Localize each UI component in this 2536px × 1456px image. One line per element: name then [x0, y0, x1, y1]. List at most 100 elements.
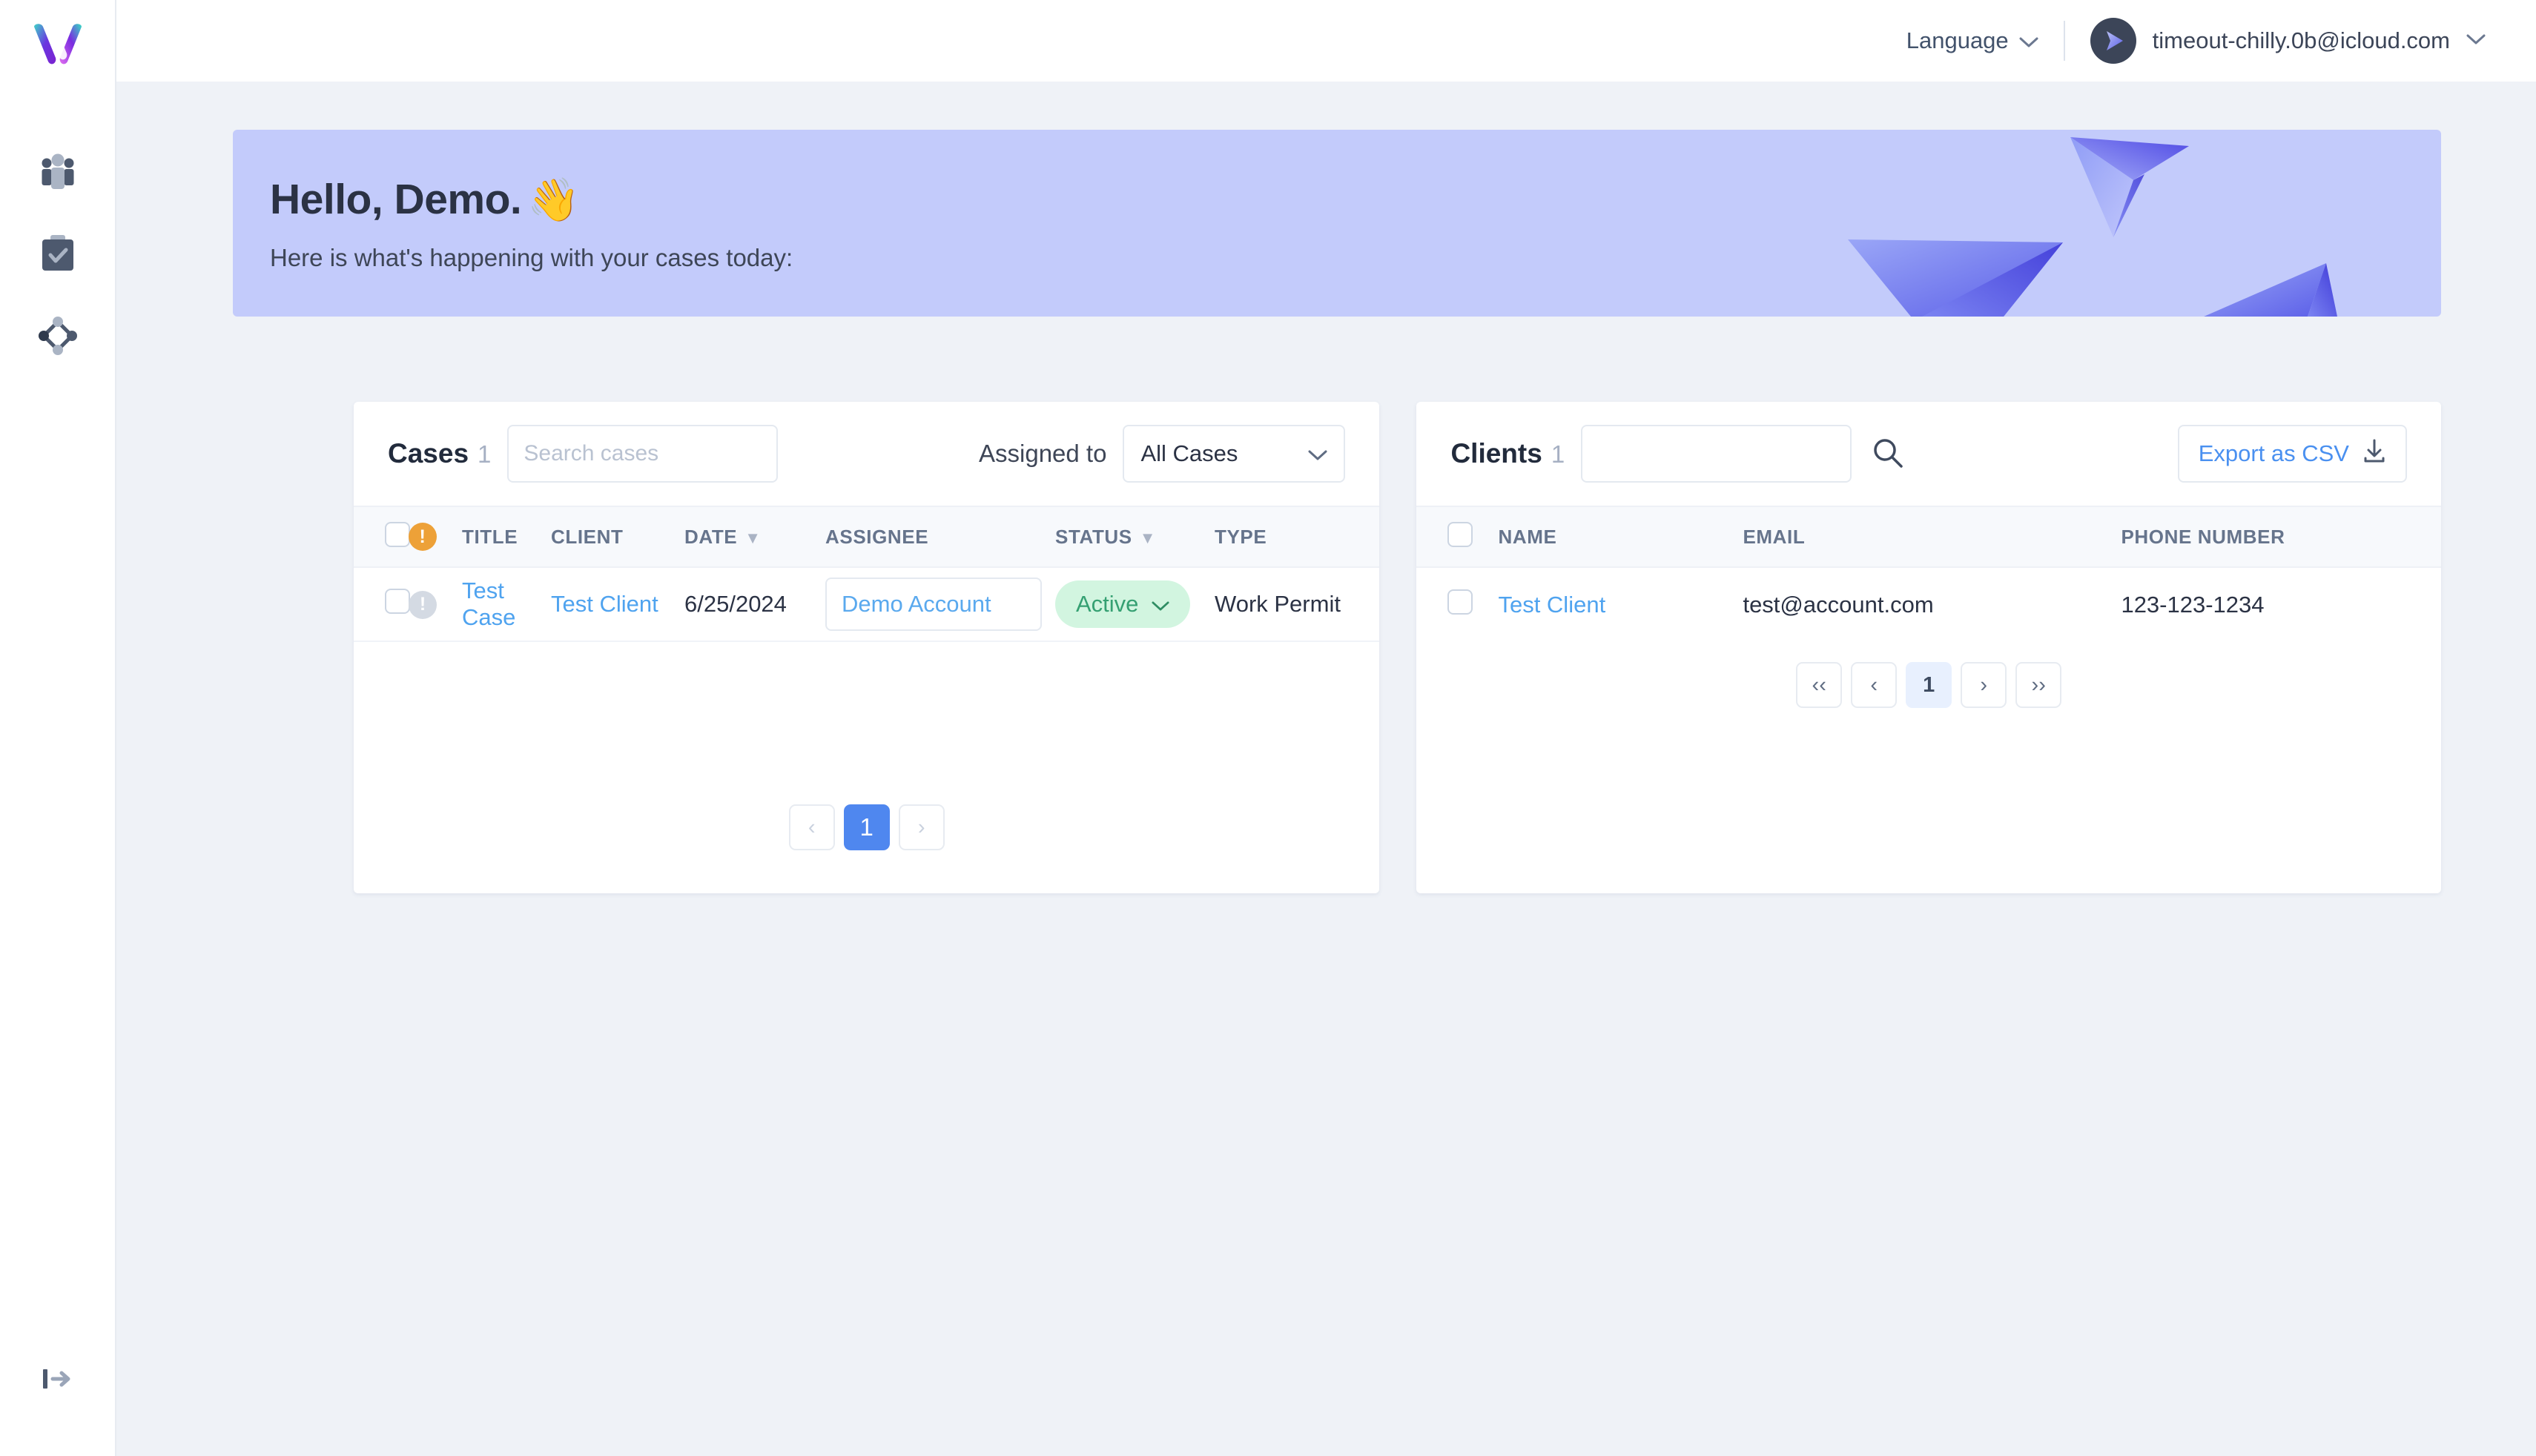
language-label: Language	[1906, 27, 2009, 53]
status-badge[interactable]: Active	[1055, 580, 1191, 628]
chevron-down-icon	[1008, 591, 1026, 618]
clients-row-phone: 123-123-1234	[2121, 591, 2265, 618]
wave-emoji: 👋	[527, 176, 580, 224]
cases-next-page-button[interactable]: ›	[898, 804, 945, 850]
clients-row-email: test@account.com	[1743, 591, 1934, 618]
cases-panel-header: Cases 1 Assigned to All Cases	[354, 402, 1379, 506]
expand-sidebar-button[interactable]	[36, 1363, 80, 1398]
chevron-down-icon	[1152, 591, 1169, 618]
clients-title-text: Clients	[1450, 438, 1542, 469]
greeting-text: Hello, Demo.	[270, 176, 522, 223]
clients-col-name: NAME	[1498, 525, 1557, 548]
top-bar: Language timeout-chilly.0b@icloud.com	[116, 0, 2536, 82]
user-menu[interactable]: timeout-chilly.0b@icloud.com	[2090, 18, 2486, 64]
clients-next-page-button[interactable]: ›	[1961, 662, 2007, 708]
assignee-value: Demo Account	[842, 591, 991, 617]
sidebar-item-workflows[interactable]	[27, 314, 89, 360]
client-name-link[interactable]: Test Client	[1498, 592, 1605, 618]
search-icon	[1871, 436, 1905, 472]
clients-page-1-button[interactable]: 1	[1906, 662, 1952, 708]
clients-row-select-cell	[1416, 567, 1498, 641]
clients-pagination: ‹‹ ‹ 1 › ››	[1416, 662, 2441, 708]
cases-row-status: Active	[1055, 567, 1215, 641]
alert-icon: !	[409, 523, 437, 551]
sidebar	[0, 0, 116, 1456]
cases-col-client: CLIENT	[551, 525, 624, 548]
select-all-checkbox[interactable]	[1447, 521, 1473, 547]
cases-count: 1	[478, 440, 492, 468]
clients-first-page-button[interactable]: ‹‹	[1796, 662, 1843, 708]
cases-row-type: Work Permit	[1215, 591, 1341, 617]
cases-row-select-cell	[354, 567, 410, 641]
content-area: Hello, Demo. 👋 Here is what's happening …	[116, 82, 2536, 1456]
app-root: Language timeout-chilly.0b@icloud.com He…	[0, 0, 2536, 1456]
chevron-down-icon	[2019, 27, 2038, 54]
assigned-to-select[interactable]: All Cases	[1123, 425, 1346, 483]
clients-col-phone: PHONE NUMBER	[2121, 525, 2285, 548]
cases-row-assignee: Demo Account	[825, 567, 1055, 641]
topbar-divider	[2063, 21, 2065, 61]
cases-col-date-label: DATE	[684, 525, 738, 548]
table-row[interactable]: ! Test Case Test Client 6/25/2024 Demo A…	[354, 567, 1380, 641]
cases-col-date[interactable]: DATE ▼	[684, 506, 825, 567]
cases-pagination-wrap: ‹ 1 ›	[354, 804, 1379, 893]
clipboard-check-icon	[39, 234, 76, 278]
expand-sidebar-icon	[41, 1364, 75, 1397]
cases-col-status-label: STATUS	[1055, 525, 1132, 548]
search-cases-input[interactable]	[507, 425, 779, 483]
page-title: Hello, Demo. 👋	[270, 175, 2441, 225]
cases-table: ! TITLE CLIENT DATE ▼ ASSIGNEE STATUS ▼	[354, 506, 1380, 642]
assigned-to-label: Assigned to	[979, 440, 1107, 467]
clients-title: Clients 1	[1450, 438, 1565, 469]
search-clients-input[interactable]	[1581, 425, 1852, 483]
cases-row-client[interactable]: Test Client	[551, 567, 684, 641]
info-icon: !	[409, 590, 437, 619]
clients-panel-header: Clients 1 Export as CSV	[1416, 402, 2441, 506]
vesta-logo[interactable]	[26, 13, 90, 77]
export-csv-label: Export as CSV	[2198, 440, 2349, 466]
cases-col-assignee: ASSIGNEE	[825, 525, 929, 548]
cases-pagination: ‹ 1 ›	[354, 804, 1379, 850]
status-value: Active	[1076, 591, 1139, 617]
sort-caret-icon: ▼	[1139, 528, 1157, 547]
user-email: timeout-chilly.0b@icloud.com	[2152, 27, 2450, 53]
clients-count: 1	[1551, 440, 1565, 468]
cases-row-title[interactable]: Test Case	[462, 567, 551, 641]
clients-header-row: NAME EMAIL PHONE NUMBER	[1416, 506, 2441, 567]
assigned-to-value: All Cases	[1140, 440, 1238, 466]
clients-panel: Clients 1 Export as CSV NAME EMAIL PHONE…	[1416, 402, 2441, 893]
avatar	[2090, 18, 2136, 64]
clients-search-button[interactable]	[1871, 436, 1905, 472]
clients-row-name[interactable]: Test Client	[1498, 567, 1743, 641]
case-client-link[interactable]: Test Client	[551, 591, 658, 617]
export-csv-button[interactable]: Export as CSV	[2177, 425, 2407, 483]
cases-select-all-cell	[354, 506, 410, 567]
row-checkbox[interactable]	[385, 589, 410, 614]
case-title-link[interactable]: Test Case	[462, 578, 515, 630]
people-icon	[37, 153, 79, 196]
cases-page-1-button[interactable]: 1	[843, 804, 890, 850]
cases-col-type: TYPE	[1215, 525, 1267, 548]
language-selector[interactable]: Language	[1906, 27, 2038, 54]
select-all-checkbox[interactable]	[385, 521, 410, 547]
row-checkbox[interactable]	[1447, 589, 1473, 615]
assignee-select[interactable]: Demo Account	[825, 578, 1042, 631]
sidebar-item-cases[interactable]	[27, 233, 89, 279]
table-row[interactable]: Test Client test@account.com 123-123-123…	[1416, 567, 2441, 641]
cases-row-date: 6/25/2024	[684, 591, 787, 617]
cases-alert-col: !	[409, 506, 462, 567]
clients-table: NAME EMAIL PHONE NUMBER Test Client test…	[1416, 506, 2441, 641]
cases-col-status[interactable]: STATUS ▼	[1055, 506, 1215, 567]
clients-prev-page-button[interactable]: ‹	[1851, 662, 1898, 708]
cases-prev-page-button[interactable]: ‹	[788, 804, 835, 850]
cases-title: Cases 1	[388, 438, 491, 469]
sidebar-item-clients[interactable]	[27, 151, 89, 197]
cases-col-title: TITLE	[462, 525, 518, 548]
sort-caret-icon: ▼	[744, 528, 762, 547]
cases-row-alert-cell: !	[409, 567, 462, 641]
clients-pagination-wrap: ‹‹ ‹ 1 › ››	[1416, 662, 2441, 708]
clients-last-page-button[interactable]: ››	[2015, 662, 2062, 708]
sidebar-nav	[27, 151, 89, 360]
panels-row: Cases 1 Assigned to All Cases	[354, 402, 2441, 893]
cases-panel: Cases 1 Assigned to All Cases	[354, 402, 1380, 893]
